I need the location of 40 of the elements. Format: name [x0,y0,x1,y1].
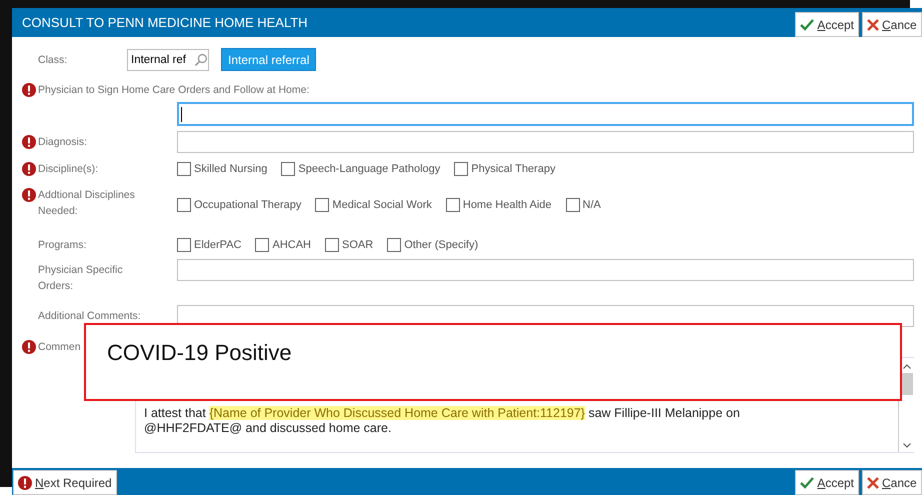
field-label: Diagnosis: [37,135,88,150]
comment-text: I attest that {Name of Provider Who Discussed Home Care with Patient:112197} saw Fillipe-III Melanippe on [144,406,741,421]
search-icon [194,52,208,66]
comment-text: @HHF2FDATE@ and discussed home care. [144,421,392,436]
input-field[interactable] [177,259,914,281]
checkbox[interactable]: N/A [566,187,601,223]
accept-button[interactable]: Accept [795,470,859,495]
close-icon [867,18,879,30]
checkbox[interactable]: Medical Social Work [315,187,432,223]
cancel-button[interactable]: Cance [862,470,922,495]
input-field[interactable] [177,102,914,126]
input-field[interactable] [177,131,914,153]
checkbox[interactable]: ElderPAC [177,237,242,253]
checkbox[interactable]: SOAR [325,237,374,253]
required-icon [18,476,32,490]
check-icon [800,476,814,488]
scroll-up-icon [902,364,910,369]
accept-button[interactable]: Accept [795,12,859,37]
checkbox[interactable]: Occupational Therapy [177,187,302,223]
checkbox[interactable]: AHCAH [255,237,311,253]
field-label: Physician to Sign Home Care Orders and Follow at Home: [37,83,310,98]
field-label: Additional Comments: [37,309,141,324]
field-label: Commen [37,340,81,355]
checkbox[interactable]: Other (Specify) [387,237,478,253]
close-icon [867,476,879,488]
scroll-down-icon [902,443,910,448]
checkbox[interactable]: Skilled Nursing [177,161,268,177]
check-icon [800,18,814,30]
field-label: Physician Specific Orders: [37,263,124,294]
field-label: Addtional Disciplines Needed: [37,188,136,219]
checkbox[interactable]: Physical Therapy [454,161,556,177]
window-title: CONSULT TO PENN MEDICINE HOME HEALTH [21,15,308,30]
field-label: Discipline(s): [37,162,98,177]
checkbox[interactable]: Home Health Aide [446,187,552,223]
field-label: Programs: [37,238,86,253]
next-required-button[interactable]: Next Required [13,470,117,495]
class-field[interactable]: Internal ref [127,48,209,70]
field-label: Class: [37,52,68,68]
checkbox[interactable]: Speech-Language Pathology [281,161,440,177]
cancel-button[interactable]: Cance [862,12,922,37]
